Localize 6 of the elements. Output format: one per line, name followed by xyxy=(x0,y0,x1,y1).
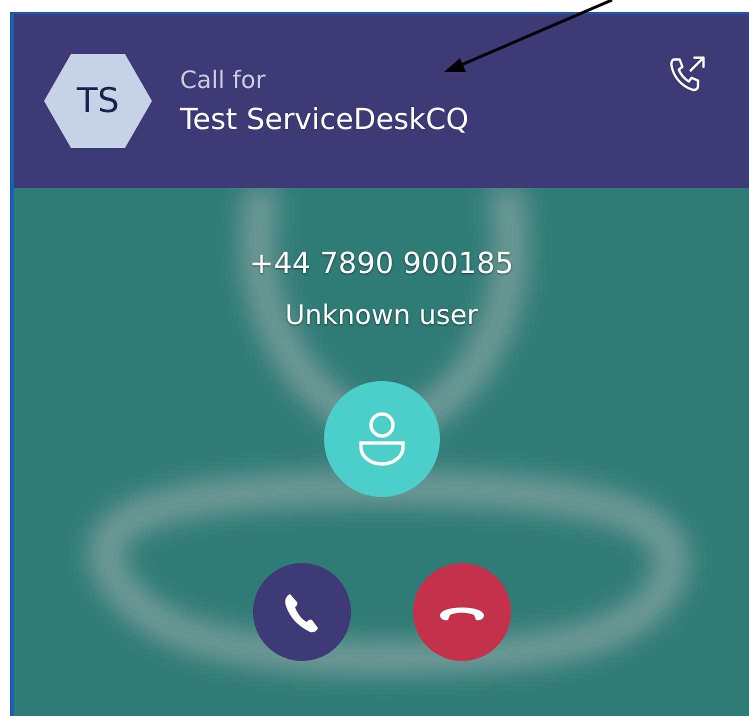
person-icon xyxy=(356,411,406,467)
avatar-initials: TS xyxy=(44,54,152,148)
caller-number: +44 7890 900185 xyxy=(249,246,514,280)
queue-name: Test ServiceDeskCQ xyxy=(180,102,469,136)
caller-status: Unknown user xyxy=(285,300,478,331)
call-for-label: Call for xyxy=(180,66,266,94)
